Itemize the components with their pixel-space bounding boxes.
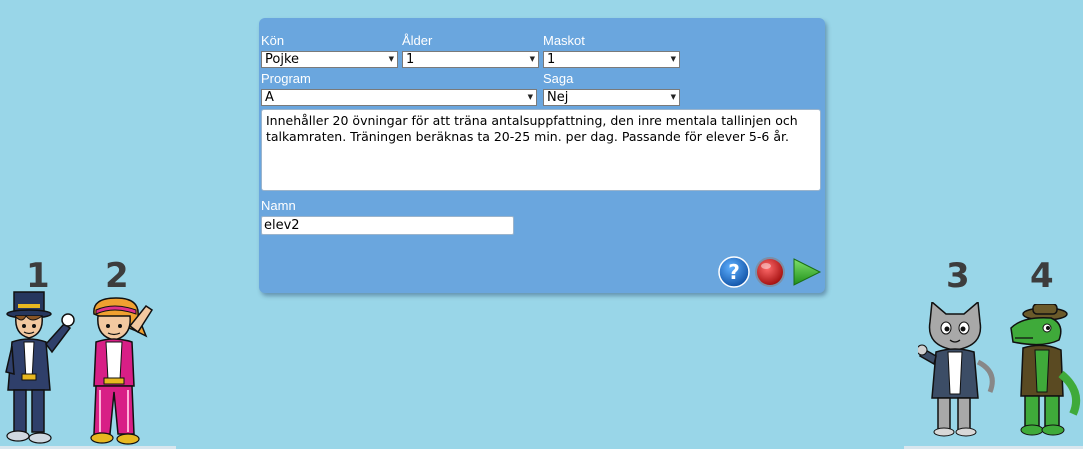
settings-panel: Kön Ålder Maskot Pojke ▼ 1 ▼ 1 ▼ Program…: [259, 18, 825, 293]
gender-label: Kön: [261, 33, 285, 48]
gender-select-value: Pojke: [265, 52, 300, 67]
story-select[interactable]: Nej ▼: [543, 89, 680, 106]
mascot-dinosaur-image[interactable]: [1003, 304, 1081, 438]
mascot-4-number: 4: [1030, 256, 1054, 296]
age-label: Ålder: [402, 33, 433, 48]
age-select[interactable]: 1 ▼: [402, 51, 539, 68]
help-glyph: ?: [728, 260, 740, 284]
chevron-down-icon: ▼: [670, 93, 676, 101]
question-icon: ?: [718, 256, 750, 288]
story-label: Saga: [543, 71, 574, 86]
mascot-select[interactable]: 1 ▼: [543, 51, 680, 68]
name-label: Namn: [261, 198, 296, 213]
mascot-2-number: 2: [105, 256, 129, 296]
mascot-cat-image[interactable]: [918, 302, 1000, 438]
mascot-boy-image[interactable]: [2, 290, 78, 446]
name-input[interactable]: elev2: [261, 216, 514, 235]
chevron-down-icon: ▼: [529, 55, 535, 63]
help-button[interactable]: ?: [718, 256, 750, 288]
age-select-value: 1: [406, 52, 415, 67]
mascot-select-value: 1: [547, 52, 556, 67]
mascot-label: Maskot: [543, 33, 585, 48]
program-select-value: A: [265, 90, 274, 105]
program-select[interactable]: A ▼: [261, 89, 537, 106]
mascot-1-number: 1: [26, 256, 50, 296]
mascot-3-number: 3: [946, 256, 970, 296]
mascot-girl-image[interactable]: [84, 296, 156, 446]
play-icon: [793, 258, 822, 286]
record-icon: [755, 257, 785, 287]
program-description[interactable]: Innehåller 20 övningar för att träna ant…: [261, 109, 821, 191]
program-label: Program: [261, 71, 311, 86]
story-select-value: Nej: [547, 90, 569, 105]
gender-select[interactable]: Pojke ▼: [261, 51, 398, 68]
chevron-down-icon: ▼: [527, 93, 533, 101]
start-button[interactable]: [790, 256, 822, 288]
chevron-down-icon: ▼: [670, 55, 676, 63]
record-button[interactable]: [754, 256, 786, 288]
chevron-down-icon: ▼: [388, 55, 394, 63]
